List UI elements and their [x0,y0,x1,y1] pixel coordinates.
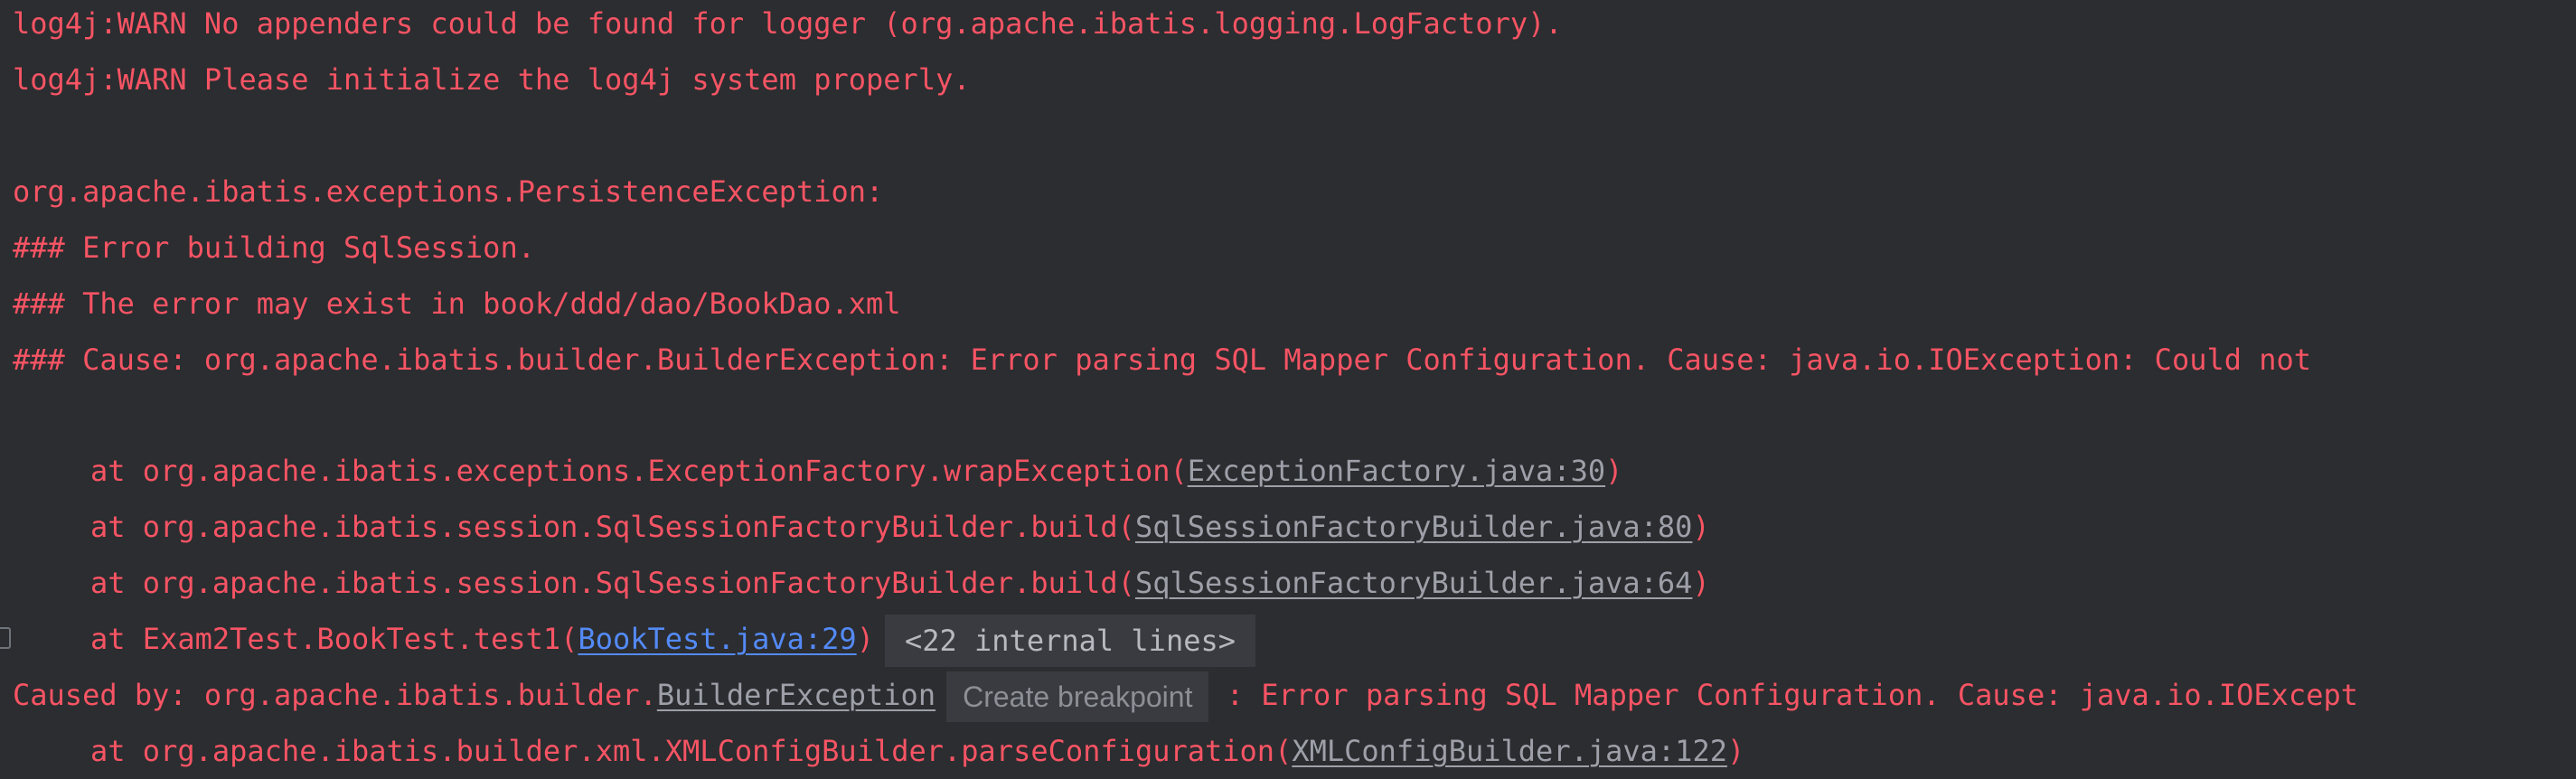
folded-internal-lines[interactable]: <22 internal lines> [884,615,1255,667]
stack-frame: at org.apache.ibatis.exceptions.Exceptio… [90,443,1622,499]
stack-frame: at org.apache.ibatis.session.SqlSessionF… [90,555,1710,611]
stack-frame-text: at org.apache.ibatis.builder.xml.XMLConf… [90,734,1293,768]
stack-frame-text: ) [1692,510,1710,544]
stack-frame-text: ) [1605,454,1623,488]
exception-header: org.apache.ibatis.exceptions.Persistence… [13,174,884,209]
stack-frame: at Exam2Test.BookTest.test1(BookTest.jav… [90,611,1255,667]
error-building-line: ### Error building SqlSession. [13,230,535,265]
source-link[interactable]: XMLConfigBuilder.java:122 [1292,734,1727,768]
caused-by-text: Caused by: org.apache.ibatis.builder. [13,678,657,712]
error-location-line: ### The error may exist in book/ddd/dao/… [13,286,901,321]
source-link[interactable]: SqlSessionFactoryBuilder.java:80 [1135,510,1693,544]
stack-frame-text: at org.apache.ibatis.exceptions.Exceptio… [90,454,1188,488]
stack-frame-text: ) [856,622,874,656]
log-line-warn-appenders: log4j:WARN No appenders could be found f… [13,6,1563,41]
source-link[interactable]: SqlSessionFactoryBuilder.java:64 [1135,566,1693,600]
caused-by-line: Caused by: org.apache.ibatis.builder.Bui… [13,667,2358,723]
log-line-warn-initialize: log4j:WARN Please initialize the log4j s… [13,62,971,97]
source-link-project[interactable]: BookTest.java:29 [578,622,856,656]
stack-frame-text: at org.apache.ibatis.session.SqlSessionF… [90,566,1135,600]
stack-frame-text: at Exam2Test.BookTest.test1( [90,622,578,656]
error-cause-line: ### Cause: org.apache.ibatis.builder.Bui… [13,343,2312,377]
source-link[interactable]: ExceptionFactory.java:30 [1188,454,1605,488]
create-breakpoint-hint[interactable]: Create breakpoint [946,671,1209,722]
caused-by-text: : Error parsing SQL Mapper Configuration… [1208,678,2358,712]
exception-class-link[interactable]: BuilderException [657,678,935,712]
stack-frame-text: ) [1692,566,1710,600]
stack-frame: at org.apache.ibatis.session.SqlSessionF… [90,499,1710,555]
stack-frame-text: ) [1726,734,1745,768]
console-output: log4j:WARN No appenders could be found f… [0,0,2576,772]
stack-frame-text: at org.apache.ibatis.session.SqlSessionF… [90,510,1135,544]
fold-gutter-icon[interactable] [0,627,11,649]
stack-frame: at org.apache.ibatis.builder.xml.XMLConf… [90,723,1744,779]
